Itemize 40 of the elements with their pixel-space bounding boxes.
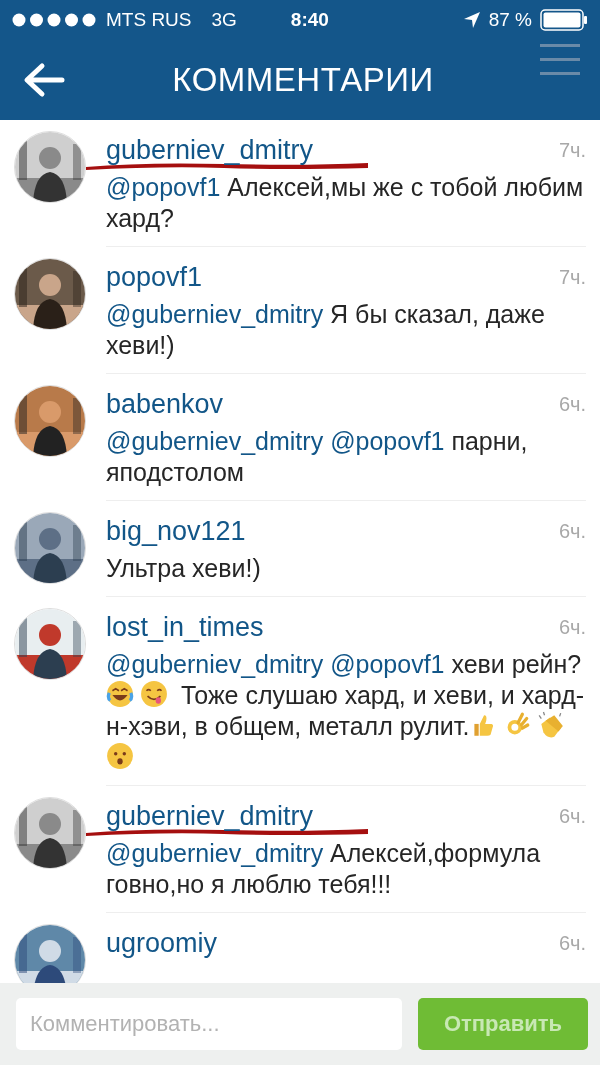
mention-link[interactable]: @guberniev_dmitry <box>106 300 324 328</box>
signal-icon <box>12 13 98 27</box>
page-title: КОММЕНТАРИИ <box>171 61 435 99</box>
comment-time: 6ч. <box>558 615 586 639</box>
username-link[interactable]: guberniev_dmitry <box>106 134 314 166</box>
comment-text: Ультра хеви!) <box>106 553 262 584</box>
location-arrow-icon <box>462 11 481 29</box>
mention-link[interactable]: @popovf1 <box>330 650 445 678</box>
laughing-face-icon <box>106 680 134 708</box>
comment-time: 7ч. <box>558 138 586 162</box>
battery-percent: 87 % <box>488 9 532 31</box>
comment-time: 6ч. <box>558 392 586 416</box>
carrier-label: MTS RUS <box>106 9 192 31</box>
comment-text: @guberniev_dmitry Я бы сказал, даже хеви!) <box>106 299 546 361</box>
comment-text: @guberniev_dmitry @popovf1 парни, яподстолом <box>106 426 529 488</box>
surprised-face-icon <box>106 742 134 770</box>
mention-link[interactable]: @guberniev_dmitry <box>106 427 324 455</box>
username-link[interactable]: ugroomiy <box>106 927 218 959</box>
comment-time: 6ч. <box>558 519 586 543</box>
username-link[interactable]: popovf1 <box>106 261 203 293</box>
username-link[interactable]: babenkov <box>106 388 224 420</box>
comment-time: 6ч. <box>558 931 586 955</box>
back-button[interactable] <box>22 62 66 98</box>
comment-text: @popovf1 Алексей,мы же с тобой любим хард? <box>106 172 585 234</box>
battery-icon <box>540 9 588 31</box>
comment-input[interactable]: Комментировать... <box>16 998 402 1050</box>
comment-text: @guberniev_dmitry @popovf1 хеви рейн? Тоже слушаю хард, и хеви, и хард-н-хэви, в общем, металл рулит. <box>106 649 586 773</box>
comment-time: 6ч. <box>558 804 586 828</box>
network-label: 3G <box>211 9 237 31</box>
comment-text: @guberniev_dmitry Алексей,формула говно,но я люблю тебя!!! <box>106 838 542 900</box>
username-link[interactable]: guberniev_dmitry <box>106 800 314 832</box>
comment-time: 7ч. <box>558 265 586 289</box>
clock: 8:40 <box>290 9 329 31</box>
smiling-face-icon <box>140 680 168 708</box>
mention-link[interactable]: @guberniev_dmitry <box>106 839 324 867</box>
mention-link[interactable]: @popovf1 <box>106 173 221 201</box>
mention-link[interactable]: @guberniev_dmitry <box>106 650 324 678</box>
mention-link[interactable]: @popovf1 <box>330 427 445 455</box>
username-link[interactable]: lost_in_times <box>106 611 264 643</box>
username-link[interactable]: big_nov121 <box>106 515 246 547</box>
